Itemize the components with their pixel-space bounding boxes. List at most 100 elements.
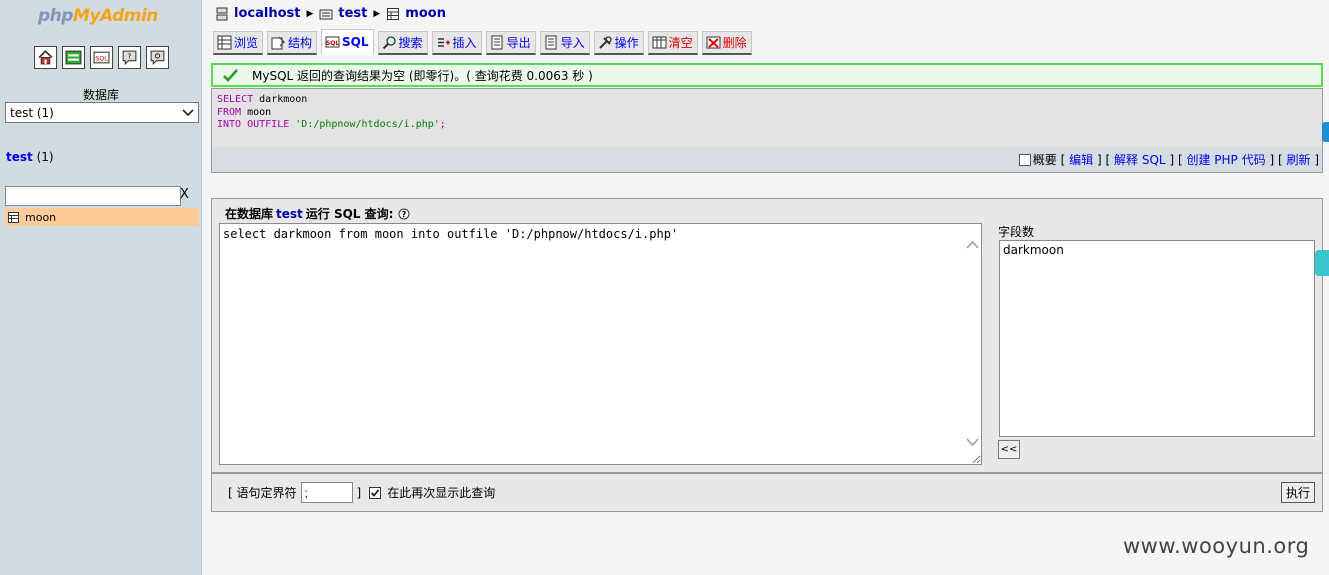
nav-icon-bar: SQL ? xyxy=(34,46,169,69)
chevron-down-icon xyxy=(182,108,194,116)
tab-browse-label: 浏览 xyxy=(234,36,259,50)
legend-database-link[interactable]: test xyxy=(276,207,303,221)
sql-window-icon[interactable] xyxy=(62,46,85,69)
sql-punct: ; xyxy=(439,119,446,130)
filter-clear-button[interactable]: X xyxy=(180,187,189,202)
show-query-again-label: 在此再次显示此查询 xyxy=(387,486,496,500)
success-message: MySQL 返回的查询结果为空 (即零行)。( 查询花费 0.0063 秒 ) xyxy=(211,63,1323,87)
table-item-label: moon xyxy=(25,210,57,224)
tab-bar: 浏览 结构 SQL SQL 搜索 插入 导出 导入 操作 清空 删除 xyxy=(213,29,752,55)
bracket: ] xyxy=(1169,152,1175,167)
query-window-icon[interactable] xyxy=(146,46,169,69)
phpmyadmin-logo[interactable]: phpMyAdmin xyxy=(38,6,158,26)
tab-structure[interactable]: 结构 xyxy=(267,31,318,55)
svg-text:SQL: SQL xyxy=(326,40,339,47)
logo-myadmin-text: MyAdmin xyxy=(72,6,158,26)
tab-structure-label: 结构 xyxy=(288,36,313,50)
success-message-text: MySQL 返回的查询结果为空 (即零行)。( 查询花费 0.0063 秒 ) xyxy=(252,68,593,83)
edit-link[interactable]: 编辑 xyxy=(1069,151,1093,168)
home-icon[interactable] xyxy=(34,46,57,69)
breadcrumb-server-link[interactable]: localhost xyxy=(234,6,300,21)
bracket: ] xyxy=(1269,152,1275,167)
sql-query-textarea[interactable]: select darkmoon from moon into outfile '… xyxy=(219,223,982,465)
tab-sql[interactable]: SQL SQL xyxy=(321,29,374,55)
tab-search-label: 搜索 xyxy=(398,36,423,50)
database-select-value: test (1) xyxy=(10,105,54,120)
sql-query-footer: [ 语句定界符 ] 在此再次显示此查询 执行 xyxy=(211,473,1323,512)
sql-keyword: FROM xyxy=(217,106,242,118)
executed-sql-box: SELECT darkmoon FROM moon INTO OUTFILE '… xyxy=(211,88,1323,173)
bracket: ] xyxy=(1314,152,1319,167)
sql-query-legend: 在数据库 test 运行 SQL 查询: ? xyxy=(222,205,414,222)
executed-sql-code: SELECT darkmoon FROM moon INTO OUTFILE '… xyxy=(217,94,446,132)
tab-operations-label: 操作 xyxy=(614,36,639,50)
tab-export[interactable]: 导出 xyxy=(485,31,536,55)
tab-drop-label: 删除 xyxy=(722,36,747,50)
tab-export-label: 导出 xyxy=(506,36,531,50)
tab-drop[interactable]: 删除 xyxy=(701,31,752,55)
import-icon xyxy=(545,35,557,50)
tab-empty[interactable]: 清空 xyxy=(647,31,698,55)
docs-icon[interactable]: ? xyxy=(118,46,141,69)
sql-text: moon xyxy=(247,106,272,118)
help-icon[interactable]: ? xyxy=(398,208,410,220)
delimiter-close: ] xyxy=(356,485,362,500)
delimiter-input[interactable] xyxy=(300,482,353,503)
show-query-again-checkbox[interactable] xyxy=(369,486,382,499)
table-icon xyxy=(8,211,19,223)
svg-text:?: ? xyxy=(402,210,407,219)
database-label: 数据库 xyxy=(82,88,119,102)
breadcrumb-database-link[interactable]: test xyxy=(338,6,367,21)
insert-field-button[interactable]: << xyxy=(998,440,1020,459)
explain-sql-link[interactable]: 解释 SQL xyxy=(1114,151,1166,168)
svg-text:?: ? xyxy=(128,52,132,61)
fields-listbox[interactable]: darkmoon xyxy=(999,240,1315,437)
table-filter-input[interactable] xyxy=(5,186,181,206)
breadcrumb: localhost ▶ test ▶ moon xyxy=(215,6,446,21)
search-icon xyxy=(382,36,396,50)
database-link[interactable]: test xyxy=(6,150,33,164)
textarea-scrollbar[interactable] xyxy=(964,224,981,464)
structure-icon xyxy=(271,36,286,50)
edge-widget-tab[interactable] xyxy=(1322,122,1329,142)
fields-label: 字段数 xyxy=(998,225,1035,239)
database-title: test (1) xyxy=(6,150,54,164)
sql-keyword: INTO OUTFILE xyxy=(217,119,290,130)
bracket: [ xyxy=(1277,152,1283,167)
table-item-moon[interactable]: moon xyxy=(5,208,199,226)
profiling-checkbox[interactable] xyxy=(1018,153,1031,166)
tab-operations[interactable]: 操作 xyxy=(593,31,644,55)
table-icon xyxy=(387,7,400,20)
server-icon xyxy=(216,7,228,20)
insert-icon xyxy=(437,38,450,47)
sql-keyword: SELECT xyxy=(217,94,254,105)
delimiter-label: [ 语句定界符 xyxy=(228,486,297,500)
tab-insert-label: 插入 xyxy=(452,36,477,50)
field-option[interactable]: darkmoon xyxy=(1003,243,1311,257)
breadcrumb-table-link[interactable]: moon xyxy=(405,6,446,21)
chevron-right-icon: ▶ xyxy=(373,8,381,19)
tab-insert[interactable]: 插入 xyxy=(431,31,482,55)
legend-suffix: 运行 SQL 查询: xyxy=(305,207,394,221)
create-php-code-link[interactable]: 创建 PHP 代码 xyxy=(1186,151,1265,168)
bracket: [ xyxy=(1060,152,1066,167)
checkmark-icon xyxy=(223,68,238,82)
profiling-label: 概要 xyxy=(1032,153,1057,167)
bracket: ] xyxy=(1097,152,1102,167)
operations-icon xyxy=(598,36,612,49)
drop-icon xyxy=(706,36,721,49)
edge-widget-tab[interactable] xyxy=(1315,250,1329,276)
export-icon xyxy=(491,35,503,50)
sql-icon: SQL xyxy=(325,36,340,48)
legend-prefix: 在数据库 xyxy=(225,207,274,221)
tab-import[interactable]: 导入 xyxy=(539,31,590,55)
logo-php-text: php xyxy=(38,6,73,26)
go-button[interactable]: 执行 xyxy=(1280,482,1315,503)
database-select[interactable]: test (1) xyxy=(5,102,199,123)
sql-docs-icon[interactable]: SQL xyxy=(90,46,113,69)
chevron-right-icon: ▶ xyxy=(306,8,314,19)
tab-browse[interactable]: 浏览 xyxy=(213,31,264,55)
tab-search[interactable]: 搜索 xyxy=(377,31,428,55)
refresh-link[interactable]: 刷新 xyxy=(1286,151,1310,168)
sql-actions-bar: 概要 [ 编辑 ] [ 解释 SQL ] [ 创建 PHP 代码 ] [ 刷新 … xyxy=(212,147,1322,172)
